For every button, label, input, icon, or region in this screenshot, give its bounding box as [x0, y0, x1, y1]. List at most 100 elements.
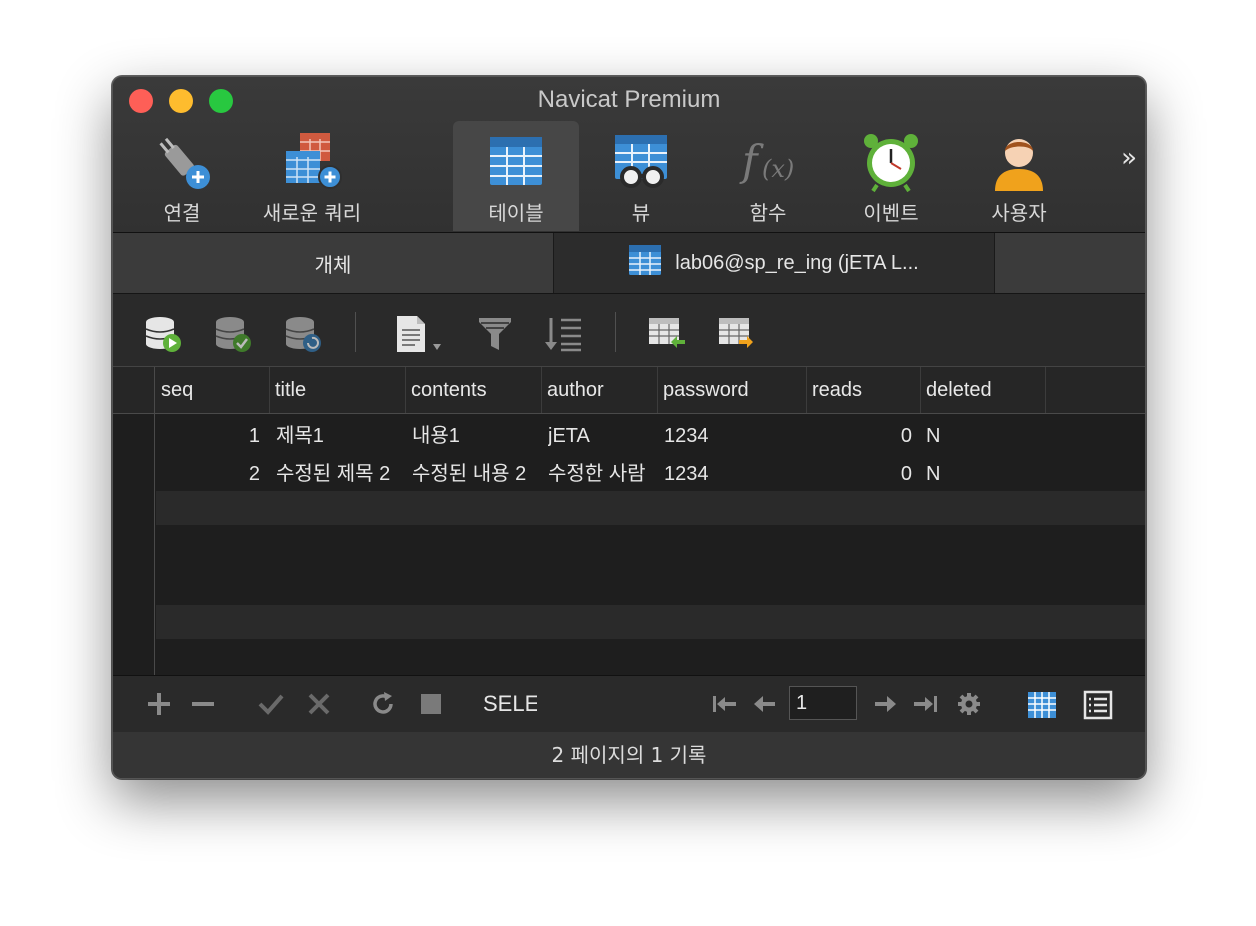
check-icon	[258, 694, 284, 715]
toolbar-new-query-button[interactable]: 새로운 쿼리	[257, 121, 367, 231]
form-view-icon	[1083, 690, 1113, 720]
cell-contents[interactable]: 수정된 내용 2	[412, 455, 544, 493]
grid-view-icon	[1028, 692, 1056, 718]
cell-deleted[interactable]: N	[926, 455, 1036, 493]
cell-author[interactable]: 수정한 사람	[548, 455, 662, 493]
cell-title[interactable]: 제목1	[276, 417, 408, 455]
minus-icon	[192, 702, 214, 706]
previous-page-button[interactable]	[751, 690, 779, 718]
table-row[interactable]: 1 제목1 내용1 jETA 1234 0 N	[156, 417, 1145, 451]
table-icon	[629, 245, 662, 281]
cell-password[interactable]: 1234	[664, 455, 804, 493]
grid-view-button[interactable]	[1027, 690, 1056, 718]
toolbar-event-button[interactable]: 이벤트	[853, 121, 929, 231]
toolbar-view-button[interactable]: 뷰	[603, 121, 679, 231]
cell-contents[interactable]: 내용1	[412, 417, 544, 455]
column-header-reads[interactable]: reads	[807, 367, 921, 413]
title-bar: Navicat Premium 연결 새로운 쿼리 테이블 뷰 f (x) 함수…	[113, 77, 1145, 233]
page-number-input[interactable]: 1	[789, 686, 857, 720]
tab-objects[interactable]: 개체	[113, 233, 554, 293]
add-record-button[interactable]	[145, 690, 173, 718]
table-row[interactable]: 2 수정된 제목 2 수정된 내용 2 수정한 사람 1234 0 N	[156, 455, 1145, 489]
column-header-deleted[interactable]: deleted	[921, 367, 1046, 413]
column-header-seq[interactable]: seq	[156, 367, 270, 413]
export-button[interactable]	[717, 314, 757, 354]
plus-icon	[148, 693, 170, 715]
discard-changes-button[interactable]	[305, 690, 333, 718]
text-view-button[interactable]	[393, 314, 449, 354]
commit-button[interactable]	[213, 314, 253, 354]
cell-reads[interactable]: 0	[808, 455, 912, 493]
status-bar: 2 페이지의 1 기록	[113, 732, 1145, 778]
database-check-icon	[215, 317, 251, 352]
cell-seq[interactable]: 2	[156, 455, 260, 493]
delete-record-button[interactable]	[189, 690, 217, 718]
form-view-button[interactable]	[1083, 690, 1113, 720]
cell-reads[interactable]: 0	[808, 417, 912, 455]
cell-deleted[interactable]: N	[926, 417, 1036, 455]
user-icon	[987, 129, 1051, 193]
toolbar-function-button[interactable]: f (x) 함수	[733, 121, 803, 231]
stop-button[interactable]	[417, 690, 445, 718]
first-page-icon	[713, 696, 736, 712]
first-page-button[interactable]	[711, 690, 739, 718]
toolbar-connection-button[interactable]: 연결	[149, 121, 215, 231]
arrow-left-icon	[754, 696, 775, 712]
apply-changes-button[interactable]	[257, 690, 285, 718]
function-icon: f (x)	[736, 129, 800, 193]
column-header-title[interactable]: title	[270, 367, 406, 413]
refresh-button[interactable]	[369, 690, 397, 718]
refresh-icon	[373, 692, 393, 714]
grid-header: seq title contents author password reads…	[113, 367, 1145, 414]
toolbar-label: 함수	[749, 201, 787, 225]
toolbar-overflow-button[interactable]: »	[1121, 143, 1137, 173]
svg-text:(x): (x)	[762, 155, 794, 183]
column-header-password[interactable]: password	[658, 367, 807, 413]
x-icon	[308, 693, 330, 715]
tab-table-data[interactable]: lab06@sp_re_ing (jETA L...	[554, 233, 995, 293]
gear-icon	[958, 693, 980, 715]
tab-bar: 개체 lab06@sp_re_ing (jETA L...	[113, 233, 1145, 294]
import-button[interactable]	[647, 314, 687, 354]
filter-icon	[479, 318, 511, 350]
empty-row	[156, 491, 1145, 525]
table-export-icon	[719, 318, 753, 348]
app-window: Navicat Premium 연결 새로운 쿼리 테이블 뷰 f (x) 함수…	[112, 76, 1146, 779]
toolbar-label: 사용자	[991, 201, 1047, 225]
plug-add-icon	[150, 129, 214, 193]
alarm-clock-icon	[859, 129, 923, 193]
database-undo-icon	[285, 317, 321, 352]
last-page-icon	[914, 696, 937, 712]
toolbar-separator	[615, 312, 616, 352]
cell-password[interactable]: 1234	[664, 417, 804, 455]
sort-button[interactable]	[543, 314, 583, 354]
sort-icon	[545, 318, 581, 352]
toolbar-label: 새로운 쿼리	[262, 201, 362, 225]
empty-row	[156, 605, 1145, 639]
filter-button[interactable]	[475, 314, 515, 354]
toolbar-user-button[interactable]: 사용자	[981, 121, 1057, 231]
sql-preview-text[interactable]: SELECT	[483, 691, 537, 717]
stop-icon	[421, 694, 441, 714]
data-grid[interactable]: seq title contents author password reads…	[113, 367, 1145, 675]
next-page-button[interactable]	[871, 690, 899, 718]
rollback-button[interactable]	[283, 314, 323, 354]
toolbar-label: 연결	[163, 201, 201, 225]
column-header-author[interactable]: author	[542, 367, 658, 413]
toolbar-separator	[355, 312, 356, 352]
toolbar-label: 뷰	[631, 201, 651, 225]
toolbar-table-button[interactable]: 테이블	[453, 121, 579, 231]
cell-title[interactable]: 수정된 제목 2	[276, 455, 408, 493]
begin-transaction-button[interactable]	[143, 314, 183, 354]
tab-label: lab06@sp_re_ing (jETA L...	[675, 251, 919, 274]
settings-button[interactable]	[955, 690, 983, 718]
svg-text:f: f	[739, 136, 764, 185]
row-selector-gutter[interactable]	[113, 367, 155, 675]
column-header-contents[interactable]: contents	[406, 367, 542, 413]
cell-author[interactable]: jETA	[548, 417, 662, 455]
view-icon	[609, 129, 673, 193]
last-page-button[interactable]	[911, 690, 939, 718]
cell-seq[interactable]: 1	[156, 417, 260, 455]
document-icon	[397, 316, 441, 352]
arrow-right-icon	[875, 696, 896, 712]
